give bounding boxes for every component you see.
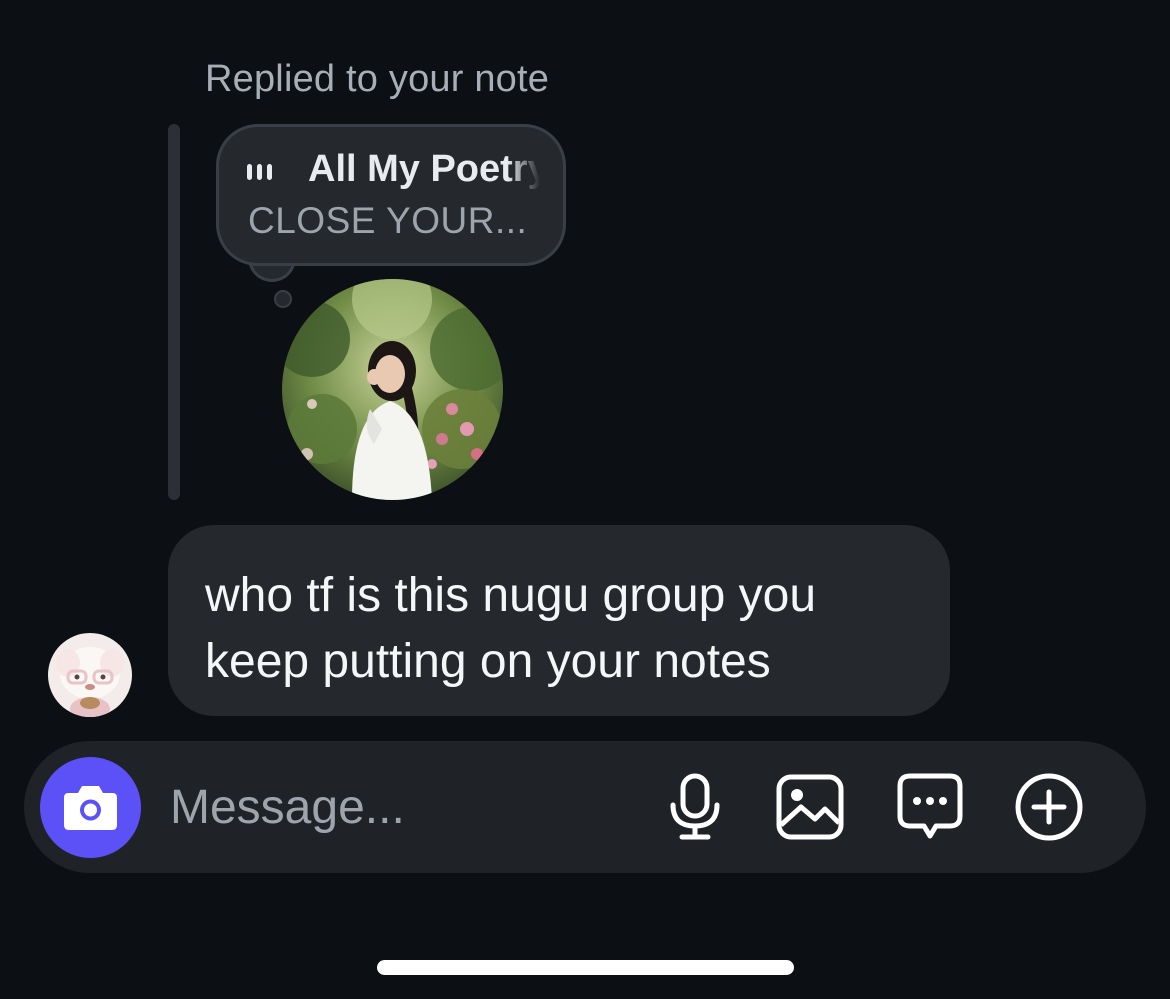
message-bubble[interactable]: who tf is this nugu group you keep putti… [168, 525, 950, 716]
home-indicator[interactable] [377, 960, 794, 975]
note-song-artist: CLOSE YOUR... [248, 200, 528, 241]
audio-bars-icon [247, 164, 272, 180]
sticker-chat-icon[interactable] [896, 772, 964, 842]
camera-icon [64, 786, 117, 830]
note-bubble[interactable] [216, 124, 566, 266]
gallery-icon[interactable] [775, 773, 845, 841]
dm-thread-screen: Replied to your note All My Poetry CLOSE… [0, 0, 1170, 999]
note-bubble-dot [274, 290, 292, 308]
replied-to-note-label: Replied to your note [205, 58, 550, 100]
plus-circle-icon[interactable] [1014, 772, 1084, 842]
microphone-icon[interactable] [667, 773, 723, 841]
message-input[interactable] [170, 772, 630, 842]
sender-avatar[interactable] [48, 633, 132, 717]
camera-button[interactable] [40, 757, 141, 858]
note-song-title: All My Poetry [308, 148, 540, 190]
message-text: who tf is this nugu group you keep putti… [205, 569, 817, 688]
note-owner-avatar[interactable] [282, 279, 503, 500]
reply-quote-bar [168, 124, 180, 500]
